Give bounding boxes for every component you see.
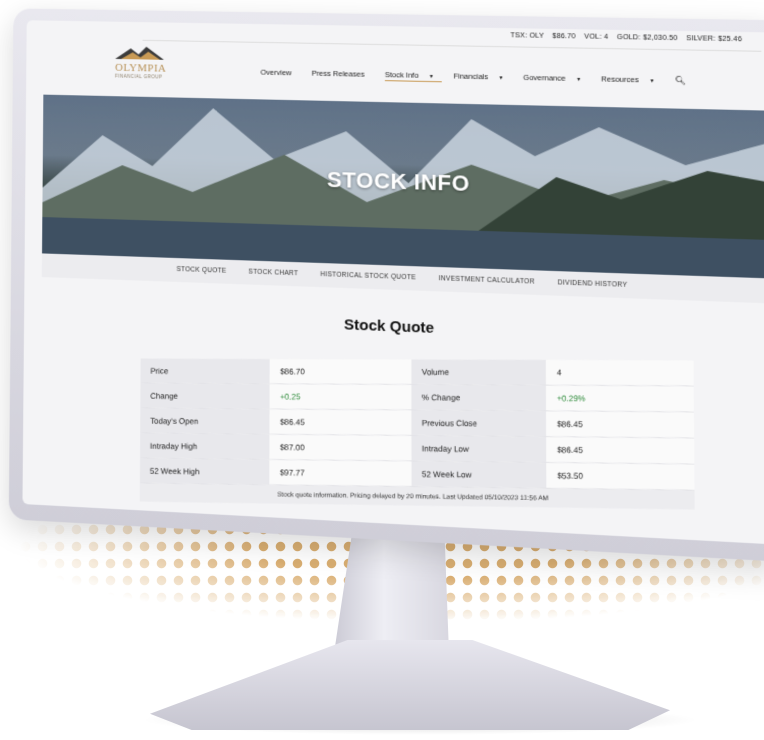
value-price: $86.70 bbox=[269, 359, 412, 384]
chevron-down-icon: ▾ bbox=[650, 78, 654, 85]
nav-press-releases[interactable]: Press Releases bbox=[312, 69, 374, 79]
label-previous-close: Previous Close bbox=[411, 410, 547, 437]
chevron-down-icon: ▾ bbox=[499, 75, 503, 82]
search-icon[interactable]: 🔍︎ bbox=[675, 76, 686, 85]
value-52-week-high: $97.77 bbox=[269, 459, 412, 486]
nav-stock-info[interactable]: Stock Info ▾ bbox=[384, 70, 443, 83]
label-intraday-low: Intraday Low bbox=[411, 435, 547, 462]
chevron-down-icon: ▾ bbox=[429, 74, 433, 81]
ticker-silver: SILVER: $25.46 bbox=[686, 35, 743, 44]
value-percent-change: +0.29% bbox=[546, 385, 694, 412]
mountain-logo-icon bbox=[115, 46, 164, 60]
main-nav: Overview Press Releases Stock Info ▾ Fina… bbox=[260, 68, 695, 88]
monitor: TSX: OLY $86.70 VOL: 4 GOLD: $2,030.50 S… bbox=[8, 8, 764, 563]
label-52-week-high: 52 Week High bbox=[139, 458, 270, 485]
table-row: Change +0.25 % Change +0.29% bbox=[140, 383, 694, 413]
ticker-price: $86.70 bbox=[552, 32, 576, 41]
value-previous-close: $86.45 bbox=[546, 411, 695, 438]
subnav-historical-stock-quote[interactable]: HISTORICAL STOCK QUOTE bbox=[320, 271, 416, 281]
label-price: Price bbox=[140, 358, 271, 384]
value-volume: 4 bbox=[546, 359, 694, 386]
value-change: +0.25 bbox=[269, 384, 412, 410]
value-todays-open: $86.45 bbox=[269, 409, 412, 435]
screen: TSX: OLY $86.70 VOL: 4 GOLD: $2,030.50 S… bbox=[22, 20, 764, 545]
ticker-gold: GOLD: $2,030.50 bbox=[616, 33, 678, 43]
chevron-down-icon: ▾ bbox=[577, 76, 581, 84]
logo-subtitle: FINANCIAL GROUP bbox=[115, 73, 163, 80]
subnav-stock-quote[interactable]: STOCK QUOTE bbox=[176, 266, 226, 275]
stock-quote-title: Stock Quote bbox=[344, 316, 435, 337]
subnav-dividend-history[interactable]: DIVIDEND HISTORY bbox=[558, 279, 628, 289]
nav-financials[interactable]: Financials ▾ bbox=[453, 71, 511, 81]
table-row: Price $86.70 Volume 4 bbox=[140, 358, 694, 387]
label-change: Change bbox=[140, 383, 270, 409]
logo[interactable]: OLYMPIA FINANCIAL GROUP bbox=[115, 45, 184, 80]
hero-banner: STOCK INFO bbox=[42, 94, 764, 279]
monitor-stand-base bbox=[150, 640, 670, 730]
label-percent-change: % Change bbox=[411, 384, 547, 411]
value-52-week-low: $53.50 bbox=[546, 462, 695, 490]
value-intraday-low: $86.45 bbox=[546, 437, 695, 464]
stock-ticker: TSX: OLY $86.70 VOL: 4 GOLD: $2,030.50 S… bbox=[504, 32, 742, 43]
label-intraday-high: Intraday High bbox=[140, 433, 270, 459]
label-volume: Volume bbox=[411, 359, 547, 385]
ticker-symbol: TSX: OLY bbox=[510, 32, 544, 40]
value-intraday-high: $87.00 bbox=[269, 434, 412, 461]
label-todays-open: Today's Open bbox=[140, 408, 270, 434]
nav-resources[interactable]: Resources ▾ bbox=[601, 74, 663, 84]
subnav-stock-chart[interactable]: STOCK CHART bbox=[248, 269, 298, 278]
stock-quote-table: Price $86.70 Volume 4 Change +0.25 % Cha… bbox=[139, 358, 695, 510]
label-52-week-low: 52 Week Low bbox=[411, 461, 547, 488]
ticker-volume: VOL: 4 bbox=[584, 33, 609, 41]
subnav-investment-calculator[interactable]: INVESTMENT CALCULATOR bbox=[439, 275, 535, 286]
nav-overview[interactable]: Overview bbox=[260, 68, 300, 78]
nav-governance[interactable]: Governance ▾ bbox=[523, 73, 589, 83]
